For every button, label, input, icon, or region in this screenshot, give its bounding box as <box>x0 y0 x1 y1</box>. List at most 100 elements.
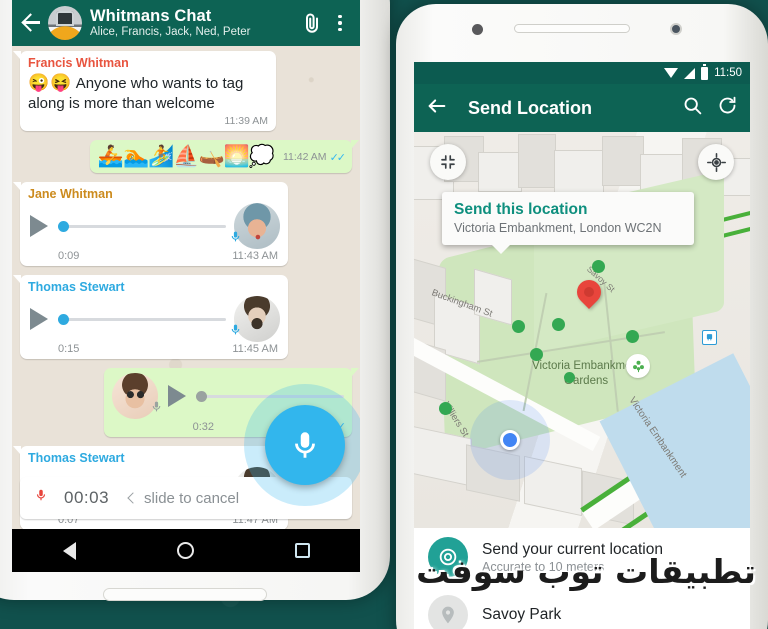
mic-icon <box>229 230 242 248</box>
message-text: 😜😝 Anyone who wants to tag along is more… <box>28 72 268 114</box>
voice-progress-track[interactable] <box>58 313 226 325</box>
fullscreen-exit-icon[interactable] <box>430 144 466 180</box>
voice-message-bubble[interactable]: Jane Whitman 0:09 11:43 AM <box>13 182 288 267</box>
message-sender: Thomas Stewart <box>28 451 125 466</box>
map-marker-dot[interactable] <box>439 402 452 415</box>
android-navigation-bar <box>12 529 360 572</box>
message-row: Jane Whitman 0:09 11:43 AM <box>13 182 352 267</box>
my-location-dot <box>500 430 520 450</box>
map-marker-dot[interactable] <box>530 348 543 361</box>
list-item-text: Savoy Park <box>482 606 561 624</box>
voice-progress-handle[interactable] <box>196 390 207 402</box>
slide-to-cancel-label: slide to cancel <box>144 489 240 507</box>
status-bar-time: 11:50 <box>714 67 742 79</box>
right-phone-screen: 11:50 Send Location Buckingham St Villie… <box>414 62 750 629</box>
voice-message-bubble[interactable]: Thomas Stewart 0:15 11:45 AM <box>13 275 288 360</box>
message-sender: Thomas Stewart <box>28 280 125 295</box>
chat-header: Whitmans Chat Alice, Francis, Jack, Ned,… <box>12 0 360 46</box>
refresh-icon[interactable] <box>717 95 738 121</box>
message-emoji: 😜😝 <box>28 73 73 92</box>
message-time: 11:39 AM <box>224 115 268 128</box>
play-button-icon[interactable] <box>168 385 186 408</box>
message-time: 11:42 AM <box>282 151 327 164</box>
send-location-appbar: Send Location <box>414 84 750 132</box>
overflow-menu-icon[interactable] <box>332 14 348 32</box>
battery-icon <box>701 63 709 80</box>
right-phone-device: 11:50 Send Location Buckingham St Villie… <box>396 4 768 629</box>
front-camera <box>670 23 682 35</box>
message-sender: Jane Whitman <box>28 187 113 202</box>
park-icon[interactable] <box>626 354 650 378</box>
map-marker-dot[interactable] <box>512 320 525 333</box>
speaker-grille <box>103 588 267 601</box>
list-item-title: Savoy Park <box>482 606 562 623</box>
my-location-icon[interactable] <box>698 144 734 180</box>
page-title: Send Location <box>468 97 593 118</box>
chevron-left-icon <box>127 492 139 504</box>
emoji-message-bubble[interactable]: 🚣🏊🏄⛵🛶🌅💭 11:42 AM ✓✓ <box>89 140 360 174</box>
voice-duration: 0:15 <box>58 343 80 356</box>
play-button-icon[interactable] <box>30 215 48 238</box>
avatar <box>231 296 280 343</box>
voice-progress-handle[interactable] <box>58 220 69 232</box>
park-label: Victoria Embankment <box>532 360 642 372</box>
map-view[interactable]: Buckingham St Villiers St Victoria Emban… <box>414 132 750 528</box>
message-sender: Francis Whitman <box>28 56 129 70</box>
map-marker-dot[interactable] <box>626 330 639 343</box>
nav-recents-icon[interactable] <box>294 543 310 558</box>
voice-progress-track[interactable] <box>58 220 226 232</box>
message-meta: 11:42 AM ✓✓ <box>282 151 347 164</box>
transit-station-icon[interactable] <box>702 330 717 345</box>
map-marker-dot[interactable] <box>552 318 565 331</box>
status-bar: 11:50 <box>414 62 750 84</box>
back-arrow-icon[interactable] <box>20 12 44 34</box>
list-item[interactable]: Savoy Park <box>414 586 750 629</box>
group-avatar[interactable] <box>48 6 82 40</box>
signal-icon <box>684 67 696 79</box>
message-time: 11:43 AM <box>232 250 278 263</box>
chat-participants: Alice, Francis, Jack, Ned, Peter <box>90 26 251 39</box>
chat-title-block[interactable]: Whitmans Chat Alice, Francis, Jack, Ned,… <box>90 7 300 39</box>
callout-title: Send this location <box>454 201 588 218</box>
emoji-string: 🚣🏊🏄⛵🛶🌅💭 <box>97 145 275 169</box>
avatar <box>112 373 161 420</box>
voice-meta: 0:15 11:45 AM <box>28 343 280 355</box>
recording-timer: 00:03 <box>64 488 110 507</box>
wifi-icon <box>664 68 679 78</box>
nav-back-icon[interactable] <box>62 541 76 560</box>
send-this-location-callout[interactable]: Send this location Victoria Embankment, … <box>442 192 694 254</box>
paperclip-icon[interactable] <box>300 11 324 35</box>
voice-duration: 0:09 <box>58 250 80 263</box>
message-row: Thomas Stewart 0:15 11:45 AM <box>13 275 352 360</box>
nav-home-icon[interactable] <box>176 542 194 559</box>
map-marker-dot[interactable] <box>564 372 575 383</box>
proximity-sensor <box>472 24 483 35</box>
earpiece-speaker <box>514 24 630 33</box>
voice-duration: 0:32 <box>192 420 214 433</box>
mic-icon <box>295 432 315 458</box>
message-row: Francis Whitman 😜😝 Anyone who wants to t… <box>13 51 352 132</box>
watermark-text: تطبيقات توب سوفت <box>416 552 757 591</box>
read-receipt-icon: ✓✓ <box>329 151 347 164</box>
back-arrow-icon[interactable] <box>426 95 448 122</box>
mic-recording-icon <box>34 488 48 508</box>
left-phone-screen: Whitmans Chat Alice, Francis, Jack, Ned,… <box>12 0 360 529</box>
message-meta: 11:39 AM <box>28 115 268 127</box>
play-button-icon[interactable] <box>30 308 48 331</box>
voice-progress-track[interactable] <box>196 390 344 402</box>
message-row: 🚣🏊🏄⛵🛶🌅💭 11:42 AM ✓✓ <box>20 140 360 174</box>
mic-icon <box>150 400 163 418</box>
text-message-bubble[interactable]: Francis Whitman 😜😝 Anyone who wants to t… <box>13 51 276 132</box>
chat-title: Whitmans Chat <box>90 6 212 25</box>
left-phone-device: Whitmans Chat Alice, Francis, Jack, Ned,… <box>0 0 390 601</box>
voice-progress-handle[interactable] <box>58 313 69 325</box>
avatar <box>231 203 280 250</box>
callout-subtitle: Victoria Embankment, London WC2N <box>454 221 662 235</box>
message-time: 11:45 AM <box>232 343 278 356</box>
mic-fab-button[interactable] <box>265 405 345 485</box>
place-pin-icon <box>428 595 468 629</box>
mic-icon <box>229 323 242 341</box>
slide-to-cancel[interactable]: slide to cancel <box>127 489 240 507</box>
search-icon[interactable] <box>682 95 703 121</box>
map-marker-dot[interactable] <box>592 260 605 273</box>
